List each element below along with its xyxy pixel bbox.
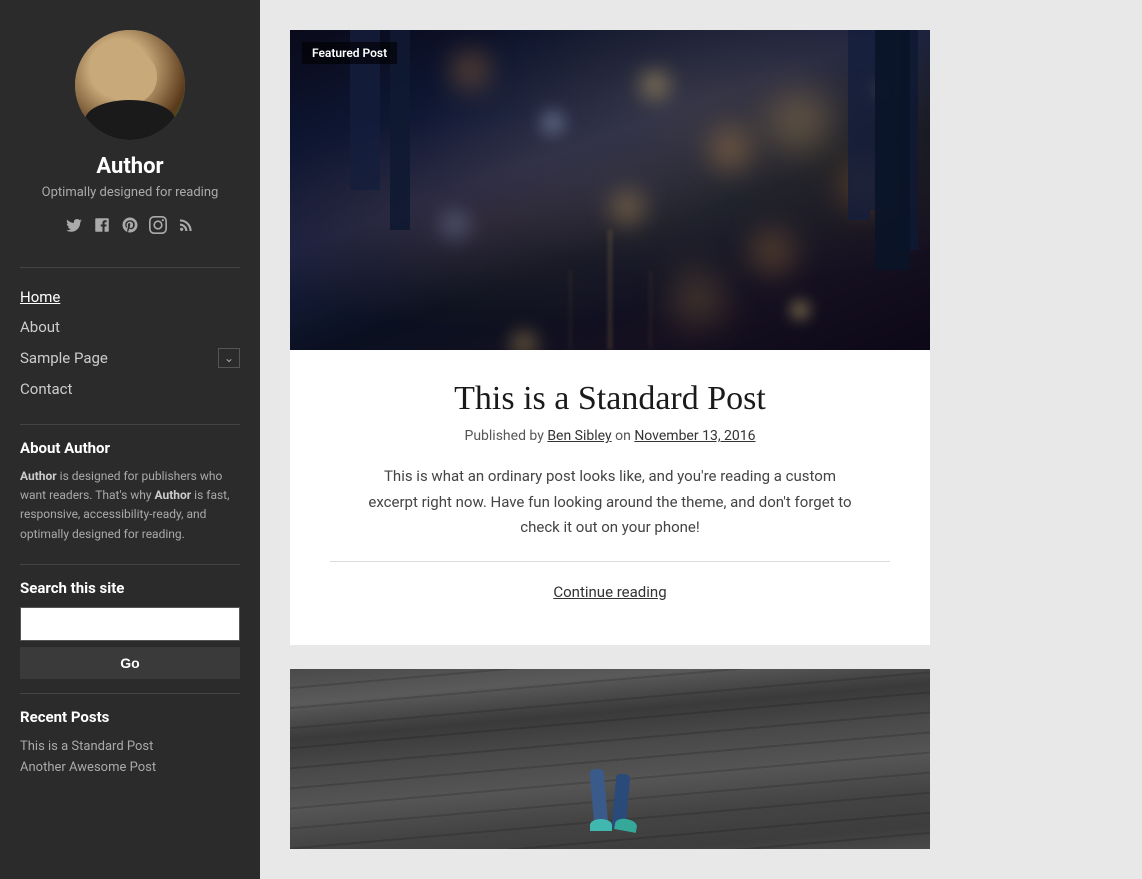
recent-posts-list: This is a Standard Post Another Awesome … — [20, 736, 240, 778]
nav-item-about[interactable]: About — [20, 312, 240, 342]
post-card-2 — [290, 669, 930, 849]
nav-item-sample-page[interactable]: Sample Page ⌄ — [20, 342, 240, 374]
chevron-down-icon[interactable]: ⌄ — [218, 348, 240, 368]
about-widget-text: Author is designed for publishers who wa… — [20, 467, 240, 544]
post-featured-image: Featured Post — [290, 30, 930, 350]
nav-link-contact[interactable]: Contact — [20, 374, 240, 404]
nav-link-home[interactable]: Home — [20, 282, 240, 312]
search-widget-title: Search this site — [20, 579, 240, 597]
facebook-icon[interactable] — [93, 216, 111, 239]
recent-post-link-1[interactable]: This is a Standard Post — [20, 736, 240, 757]
divider-1 — [20, 267, 240, 268]
twitter-icon[interactable] — [65, 216, 83, 239]
nav-link-about[interactable]: About — [20, 312, 240, 342]
nav-link-sample-page[interactable]: Sample Page ⌄ — [20, 342, 240, 374]
post-date-link[interactable]: November 13, 2016 — [634, 428, 755, 444]
about-text-bold: Author — [20, 469, 57, 483]
about-widget-title: About Author — [20, 439, 240, 457]
recent-posts-title: Recent Posts — [20, 708, 240, 726]
author-name: Author — [96, 154, 163, 179]
avatar — [75, 30, 185, 140]
city-night-image — [290, 30, 930, 350]
post-meta-1: Published by Ben Sibley on November 13, … — [330, 428, 890, 444]
recent-post-2[interactable]: Another Awesome Post — [20, 757, 240, 778]
search-button[interactable]: Go — [20, 647, 240, 679]
social-icons-group — [65, 216, 195, 239]
post-card-1: Featured Post This is a Standard Post Pu… — [290, 30, 930, 645]
recent-post-1[interactable]: This is a Standard Post — [20, 736, 240, 757]
divider-2 — [20, 424, 240, 425]
post-body-1: This is a Standard Post Published by Ben… — [290, 350, 930, 645]
post-excerpt-1: This is what an ordinary post looks like… — [360, 464, 860, 541]
nav-list: Home About Sample Page ⌄ Contact — [20, 282, 240, 404]
author-tagline: Optimally designed for reading — [42, 185, 219, 200]
post-divider-1 — [330, 561, 890, 562]
rss-icon[interactable] — [177, 216, 195, 239]
post-author-link[interactable]: Ben Sibley — [547, 428, 611, 444]
avatar-image — [75, 30, 185, 140]
main-content: Featured Post This is a Standard Post Pu… — [260, 0, 1142, 879]
divider-4 — [20, 693, 240, 694]
featured-badge: Featured Post — [302, 42, 397, 64]
pinterest-icon[interactable] — [121, 216, 139, 239]
about-text-bold2: Author — [155, 488, 192, 502]
divider-3 — [20, 564, 240, 565]
post-featured-image-2 — [290, 669, 930, 849]
sidebar: Author Optimally designed for reading Ho… — [0, 0, 260, 879]
continue-reading-link[interactable]: Continue reading — [553, 583, 666, 621]
instagram-icon[interactable] — [149, 216, 167, 239]
post-title-1: This is a Standard Post — [330, 380, 890, 418]
search-input[interactable] — [20, 607, 240, 641]
nav-label-sample-page: Sample Page — [20, 349, 108, 367]
nav-item-home[interactable]: Home — [20, 282, 240, 312]
meta-prefix: Published by — [464, 428, 543, 444]
meta-date-prefix: on — [615, 428, 634, 444]
recent-post-link-2[interactable]: Another Awesome Post — [20, 757, 240, 778]
nav-item-contact[interactable]: Contact — [20, 374, 240, 404]
